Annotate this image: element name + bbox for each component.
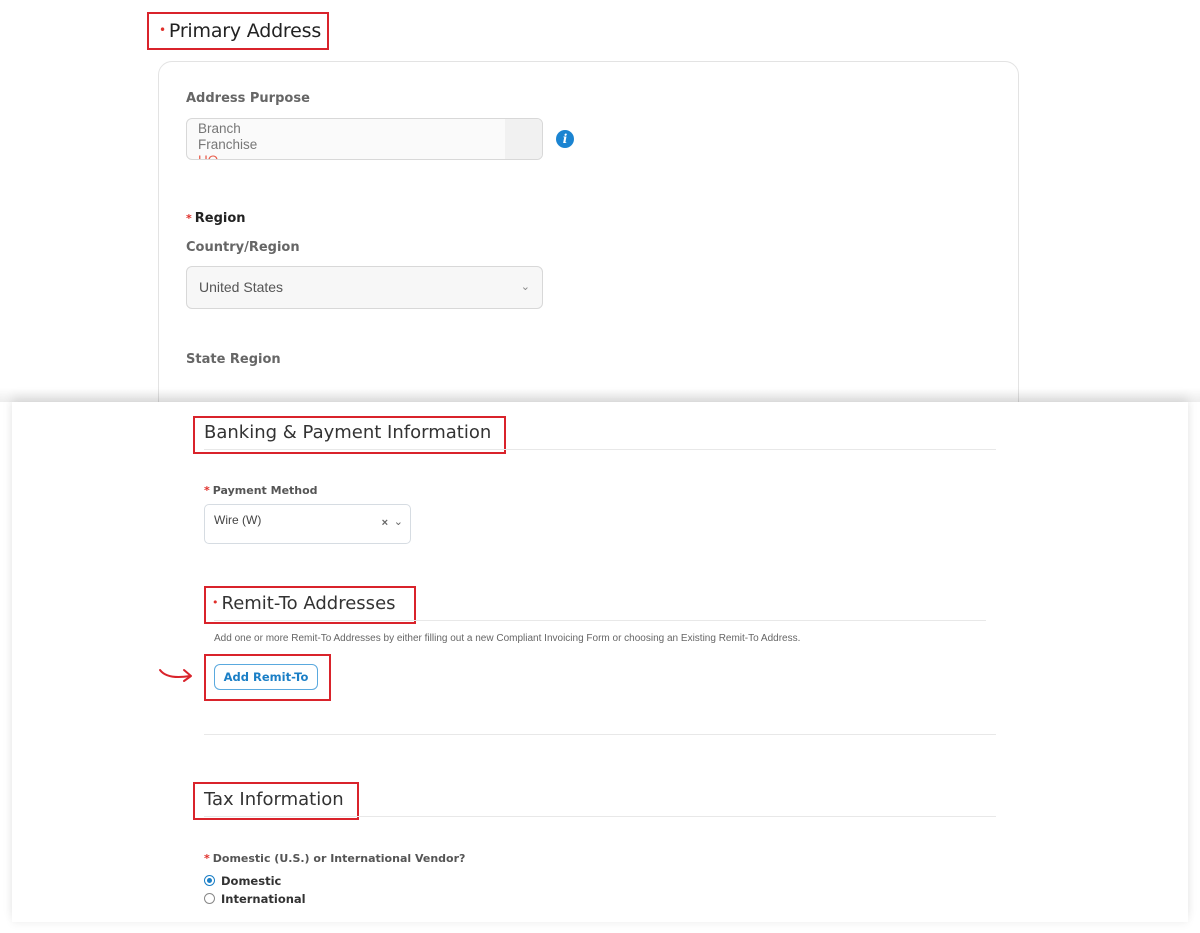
payment-method-label-text: Payment Method	[212, 484, 318, 497]
add-remit-to-button[interactable]: Add Remit-To	[214, 664, 318, 690]
primary-address-title: Primary Address	[168, 20, 322, 42]
clear-icon[interactable]: ×	[382, 517, 388, 529]
country-region-value: United States	[199, 279, 284, 295]
radio-unchecked-icon[interactable]	[204, 893, 215, 904]
required-marker: •	[159, 23, 166, 37]
remit-to-divider	[214, 620, 986, 621]
divider-shadow	[0, 388, 1200, 402]
arrow-annotation-icon	[159, 669, 192, 682]
primary-address-screenshot: • Primary Address Address Purpose Branch …	[0, 0, 1200, 461]
address-purpose-option-hq[interactable]: HQ	[198, 153, 542, 159]
payment-method-label: * Payment Method	[204, 484, 318, 497]
country-region-select[interactable]: United States ⌄	[186, 266, 543, 309]
remit-to-helper-text: Add one or more Remit-To Addresses by ei…	[214, 633, 801, 644]
radio-checked-icon[interactable]	[204, 875, 215, 886]
vendor-form-screenshot: Banking & Payment Information * Payment M…	[12, 402, 1188, 922]
address-purpose-option-franchise[interactable]: Franchise	[198, 137, 542, 153]
remit-to-heading: • Remit-To Addresses	[212, 593, 396, 614]
address-purpose-listbox[interactable]: Branch Franchise HQ	[186, 118, 543, 160]
region-label: * Region	[186, 211, 246, 226]
vendor-type-label-text: Domestic (U.S.) or International Vendor?	[212, 852, 466, 865]
country-region-label: Country/Region	[186, 240, 300, 255]
tax-title: Tax Information	[204, 789, 344, 810]
required-marker: *	[204, 484, 210, 497]
banking-divider	[204, 449, 996, 450]
address-purpose-option-branch[interactable]: Branch	[198, 121, 542, 137]
address-purpose-label: Address Purpose	[186, 91, 310, 106]
info-icon[interactable]: i	[556, 130, 574, 148]
primary-address-heading: • Primary Address	[147, 12, 329, 50]
region-label-text: Region	[194, 211, 246, 226]
chevron-down-icon: ⌄	[520, 281, 530, 293]
payment-method-value: Wire (W)	[214, 513, 262, 527]
radio-international-label[interactable]: International	[221, 892, 306, 906]
listbox-scrollbar[interactable]	[505, 119, 542, 159]
vendor-type-label: * Domestic (U.S.) or International Vendor…	[204, 852, 465, 865]
required-marker: *	[186, 212, 192, 225]
chevron-down-icon[interactable]: ⌄	[394, 515, 403, 528]
required-marker: •	[212, 596, 219, 609]
state-region-label: State Region	[186, 352, 281, 367]
radio-domestic-label[interactable]: Domestic	[221, 874, 281, 888]
section-divider	[204, 734, 996, 735]
radio-international[interactable]: International	[204, 892, 306, 906]
payment-method-select[interactable]: Wire (W) × ⌄	[204, 504, 411, 544]
tax-divider	[204, 816, 996, 817]
radio-domestic[interactable]: Domestic	[204, 874, 281, 888]
banking-title: Banking & Payment Information	[204, 422, 492, 443]
required-marker: *	[204, 852, 210, 865]
remit-to-title: Remit-To Addresses	[221, 593, 396, 614]
